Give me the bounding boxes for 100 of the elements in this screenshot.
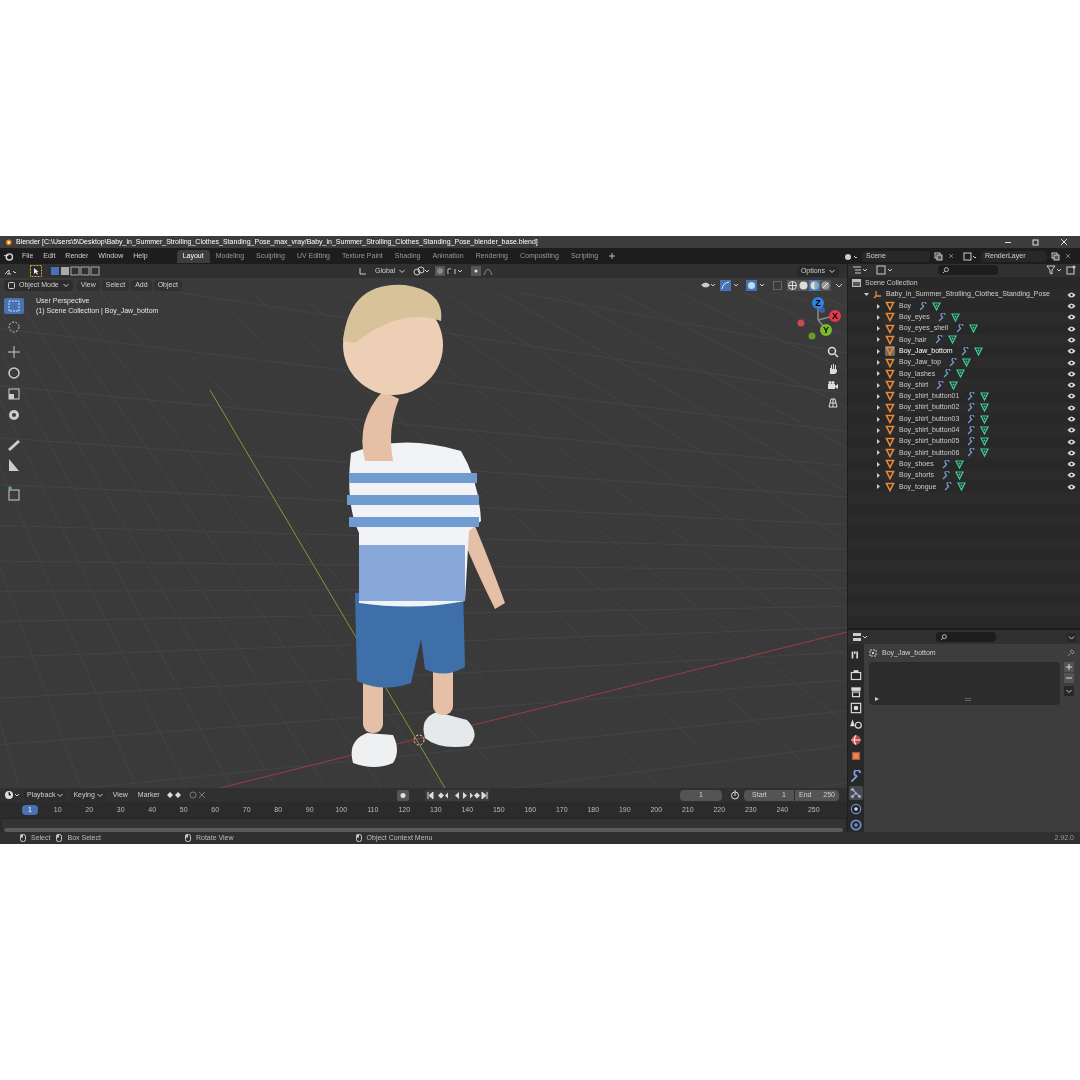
eye-icon[interactable] bbox=[1067, 370, 1076, 377]
keyframe-icons[interactable] bbox=[166, 790, 207, 800]
mesh-data-icon[interactable] bbox=[955, 471, 965, 480]
mesh-object-icon[interactable] bbox=[885, 481, 895, 492]
mesh-object-icon[interactable] bbox=[885, 447, 895, 458]
pivot-icon[interactable] bbox=[413, 266, 432, 276]
nodes-icon[interactable] bbox=[849, 786, 863, 800]
mesh-data-icon[interactable] bbox=[957, 482, 967, 492]
blender-logo-icon[interactable] bbox=[4, 251, 13, 261]
material-shading-icon[interactable] bbox=[809, 279, 820, 291]
camera-back-icon[interactable] bbox=[849, 669, 863, 683]
timeline-track[interactable] bbox=[2, 818, 845, 828]
eye-icon[interactable] bbox=[1067, 472, 1076, 479]
snap-icon[interactable] bbox=[435, 266, 464, 276]
pin-icon[interactable] bbox=[1067, 649, 1075, 657]
mesh-object-icon[interactable] bbox=[885, 436, 895, 447]
hand-icon[interactable] bbox=[827, 363, 839, 375]
wrench-icon[interactable] bbox=[937, 312, 947, 322]
wrench-icon[interactable] bbox=[967, 437, 977, 447]
expand-arrow-icon[interactable] bbox=[876, 393, 881, 399]
mesh-object-icon[interactable] bbox=[885, 391, 895, 402]
expand-arrow-icon[interactable] bbox=[876, 473, 881, 478]
dropdown-caret-icon[interactable] bbox=[1064, 686, 1074, 696]
wrench-icon[interactable] bbox=[941, 459, 951, 469]
select-tool-icon[interactable] bbox=[30, 265, 42, 277]
link-circle-icon[interactable] bbox=[849, 818, 863, 832]
square-icon[interactable] bbox=[849, 749, 863, 763]
dropdown-caret-icon[interactable] bbox=[1067, 632, 1076, 642]
mesh-object-icon[interactable] bbox=[885, 323, 895, 334]
wrench-icon[interactable] bbox=[967, 448, 977, 458]
mesh-data-icon[interactable] bbox=[980, 448, 990, 458]
eye-icon[interactable] bbox=[1067, 359, 1076, 366]
eye-icon[interactable] bbox=[1067, 382, 1076, 389]
wrench-icon[interactable] bbox=[960, 346, 970, 356]
eye-icon[interactable] bbox=[1067, 393, 1076, 400]
expand-arrow-icon[interactable] bbox=[876, 427, 881, 433]
wrench-icon[interactable] bbox=[944, 482, 954, 492]
mesh-object-icon[interactable] bbox=[885, 301, 895, 312]
mesh-data-icon[interactable] bbox=[932, 301, 942, 311]
wrench-icon[interactable] bbox=[943, 369, 953, 379]
mesh-data-icon[interactable] bbox=[969, 324, 979, 334]
mesh-object-icon[interactable] bbox=[885, 334, 895, 345]
grid-icon[interactable] bbox=[827, 397, 839, 409]
eye-icon[interactable] bbox=[1067, 483, 1076, 490]
eye-icon[interactable] bbox=[1067, 336, 1076, 343]
filter-icon[interactable] bbox=[1046, 265, 1062, 276]
resize-handle-icon[interactable] bbox=[965, 698, 971, 701]
expand-arrow-icon[interactable] bbox=[876, 348, 881, 354]
mesh-object-icon[interactable] bbox=[885, 346, 895, 357]
expand-arrow-icon[interactable] bbox=[876, 416, 881, 422]
wrench-icon[interactable] bbox=[919, 301, 929, 311]
expand-arrow-icon[interactable] bbox=[876, 326, 881, 332]
expand-arrow-icon[interactable] bbox=[876, 461, 881, 467]
eye-icon[interactable] bbox=[1067, 438, 1076, 445]
orbit-icon[interactable] bbox=[849, 802, 863, 816]
mesh-object-icon[interactable] bbox=[885, 312, 895, 323]
y-axis-button[interactable]: Y bbox=[820, 324, 832, 336]
wrench-icon[interactable] bbox=[949, 358, 959, 367]
mesh-data-icon[interactable] bbox=[962, 358, 972, 367]
eye-icon[interactable] bbox=[1067, 404, 1076, 411]
eye-icon[interactable] bbox=[1067, 461, 1076, 468]
scrollbar[interactable] bbox=[4, 828, 843, 832]
wrench-icon[interactable] bbox=[934, 335, 944, 345]
wrench-icon[interactable] bbox=[956, 324, 966, 334]
mesh-object-icon[interactable] bbox=[885, 357, 895, 368]
wrench-icon[interactable] bbox=[967, 391, 977, 401]
expand-arrow-icon[interactable] bbox=[876, 382, 881, 388]
solid-shading-icon[interactable] bbox=[798, 279, 809, 291]
mesh-data-icon[interactable] bbox=[973, 346, 983, 356]
expand-arrow-icon[interactable] bbox=[876, 371, 881, 377]
wrench-icon[interactable] bbox=[849, 770, 863, 784]
expand-arrow-icon[interactable] bbox=[876, 314, 881, 320]
wrench-icon[interactable] bbox=[967, 414, 977, 424]
expand-arrow-icon[interactable] bbox=[876, 337, 881, 343]
z-axis-button[interactable]: Z bbox=[812, 297, 824, 309]
visibility-icon[interactable] bbox=[700, 280, 716, 290]
new-collection-icon[interactable] bbox=[1066, 265, 1076, 276]
mesh-data-icon[interactable] bbox=[980, 437, 990, 447]
mesh-data-icon[interactable] bbox=[950, 312, 960, 322]
eye-icon[interactable] bbox=[1067, 303, 1076, 310]
layers-icon[interactable] bbox=[963, 251, 977, 261]
display-mode-icon[interactable] bbox=[876, 265, 894, 276]
image-stack-icon[interactable] bbox=[849, 701, 863, 715]
wrench-icon[interactable] bbox=[967, 403, 977, 413]
mesh-object-icon[interactable] bbox=[885, 380, 895, 391]
outliner-type-icon[interactable] bbox=[852, 265, 868, 276]
close-icon[interactable] bbox=[1064, 252, 1072, 260]
expand-arrow-icon[interactable] bbox=[876, 450, 881, 456]
expand-arrow-icon[interactable] bbox=[876, 360, 881, 365]
mesh-data-icon[interactable] bbox=[980, 391, 990, 401]
eye-icon[interactable] bbox=[1067, 314, 1076, 321]
search-field[interactable] bbox=[938, 265, 998, 276]
wrench-icon[interactable] bbox=[942, 471, 952, 480]
eye-icon[interactable] bbox=[1067, 348, 1076, 355]
wrench-icon[interactable] bbox=[967, 425, 977, 435]
mesh-data-icon[interactable] bbox=[980, 403, 990, 413]
mesh-object-icon[interactable] bbox=[885, 414, 895, 424]
eye-icon[interactable] bbox=[1067, 325, 1076, 332]
mesh-object-icon[interactable] bbox=[885, 459, 895, 470]
expand-arrow-icon[interactable] bbox=[876, 405, 881, 411]
